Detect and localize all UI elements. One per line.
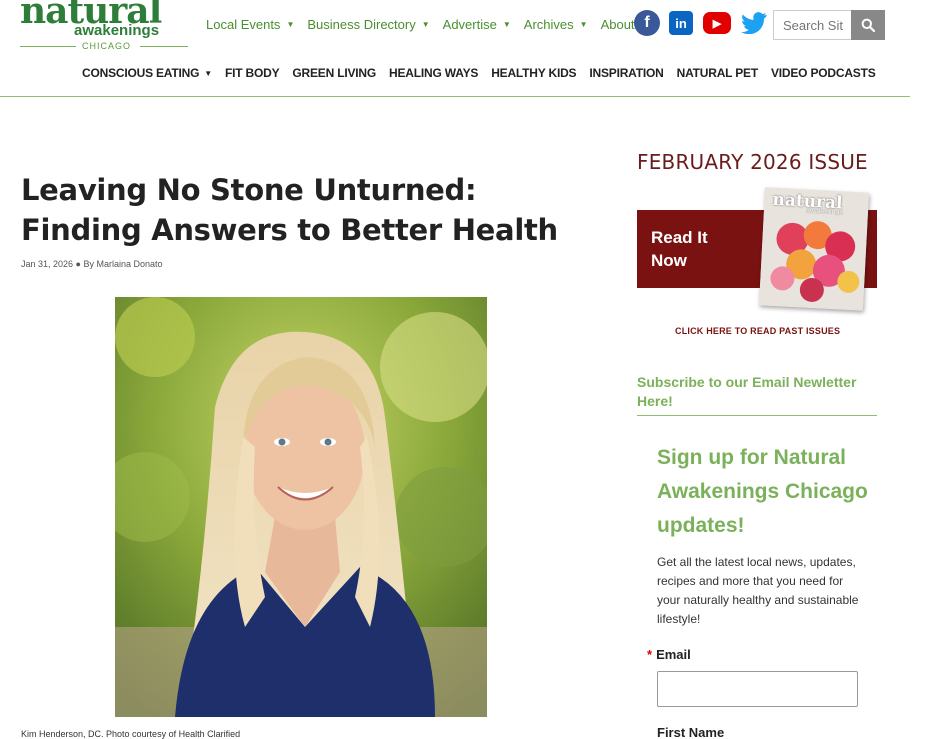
header-divider: [0, 96, 910, 97]
chevron-down-icon: ▼: [204, 68, 212, 78]
cat-video-podcasts[interactable]: VIDEO PODCASTS: [771, 66, 876, 80]
read-label-line1: Read It: [651, 228, 708, 247]
email-field[interactable]: [657, 671, 858, 707]
past-issues-link[interactable]: CLICK HERE TO READ PAST ISSUES: [675, 326, 840, 336]
subscribe-divider: [637, 415, 877, 416]
nav-archives[interactable]: Archives ▼: [524, 17, 588, 32]
photo-caption: Kim Henderson, DC. Photo courtesy of Hea…: [21, 729, 241, 739]
signup-description: Get all the latest local news, updates, …: [657, 555, 859, 626]
signup-heading: Sign up for Natural Awakenings Chicago u…: [657, 446, 868, 537]
article-photo: [115, 297, 487, 717]
portrait-image: [115, 297, 487, 717]
read-it-now-label: Read It Now: [651, 226, 708, 272]
issue-title: FEBRUARY 2026 ISSUE: [637, 150, 868, 174]
logo-rule-right: [140, 46, 188, 47]
cat-natural-pet[interactable]: NATURAL PET: [676, 66, 759, 80]
twitter-bird-shape: [741, 12, 767, 34]
chevron-down-icon: ▼: [579, 20, 588, 29]
search-icon: [861, 18, 875, 32]
search-box: [773, 10, 885, 40]
cat-fit-body[interactable]: FIT BODY: [224, 66, 280, 80]
nav-label: Business Directory: [307, 17, 416, 32]
nav-label: Local Events: [206, 17, 281, 32]
nav-label: Advertise: [442, 17, 497, 32]
nav-label: About: [600, 17, 635, 32]
youtube-icon[interactable]: ▶: [703, 12, 731, 34]
chevron-down-icon: ▼: [421, 20, 430, 29]
cat-label: GREEN LIVING: [292, 66, 377, 80]
cat-label: HEALTHY KIDS: [491, 66, 577, 80]
chevron-down-icon: ▼: [502, 20, 511, 29]
logo-rule-left: [20, 46, 76, 47]
cat-label: HEALING WAYS: [389, 66, 479, 80]
cat-green-living[interactable]: GREEN LIVING: [292, 66, 376, 80]
cat-conscious-eating[interactable]: CONSCIOUS EATING ▼: [82, 66, 212, 80]
search-button[interactable]: [851, 10, 885, 40]
facebook-icon[interactable]: f: [634, 10, 660, 36]
magazine-cover[interactable]: natural awakenings: [758, 187, 870, 311]
cat-label: VIDEO PODCASTS: [770, 66, 876, 80]
email-label-text: Email: [656, 647, 691, 662]
site-logo[interactable]: natural awakenings CHICAGO: [20, 0, 190, 54]
top-nav: Local Events ▼ Business Directory ▼ Advert…: [206, 17, 661, 32]
twitter-icon[interactable]: [741, 10, 767, 36]
cat-healthy-kids[interactable]: HEALTHY KIDS: [491, 66, 576, 80]
category-nav: CONSCIOUS EATING ▼ FIT BODY GREEN LIVING …: [82, 66, 889, 80]
nav-business-directory[interactable]: Business Directory ▼: [307, 17, 429, 32]
email-label: * Email: [647, 647, 691, 662]
cat-inspiration[interactable]: INSPIRATION: [589, 66, 663, 80]
chevron-down-icon: ▼: [286, 20, 295, 29]
article-title: Leaving No Stone Unturned: Finding Answe…: [21, 173, 558, 247]
logo-city: CHICAGO: [82, 41, 132, 51]
article-meta: Jan 31, 2026 ● By Marlaina Donato: [21, 259, 163, 269]
linkedin-icon[interactable]: in: [669, 11, 693, 35]
cat-healing-ways[interactable]: HEALING WAYS: [389, 66, 478, 80]
cat-label: FIT BODY: [224, 66, 280, 80]
cat-label: CONSCIOUS EATING: [82, 66, 200, 80]
required-marker: *: [647, 647, 653, 662]
logo-sub: awakenings: [74, 22, 160, 39]
nav-label: Archives: [523, 17, 574, 32]
nav-advertise[interactable]: Advertise ▼: [443, 17, 511, 32]
search-input[interactable]: [773, 10, 851, 40]
cat-label: NATURAL PET: [676, 66, 759, 80]
read-label-line2: Now: [651, 251, 687, 270]
first-name-label: First Name: [657, 725, 725, 739]
cat-label: INSPIRATION: [589, 66, 664, 80]
nav-local-events[interactable]: Local Events ▼: [206, 17, 294, 32]
subscribe-heading: Subscribe to our Email Newletter Here!: [637, 374, 857, 409]
